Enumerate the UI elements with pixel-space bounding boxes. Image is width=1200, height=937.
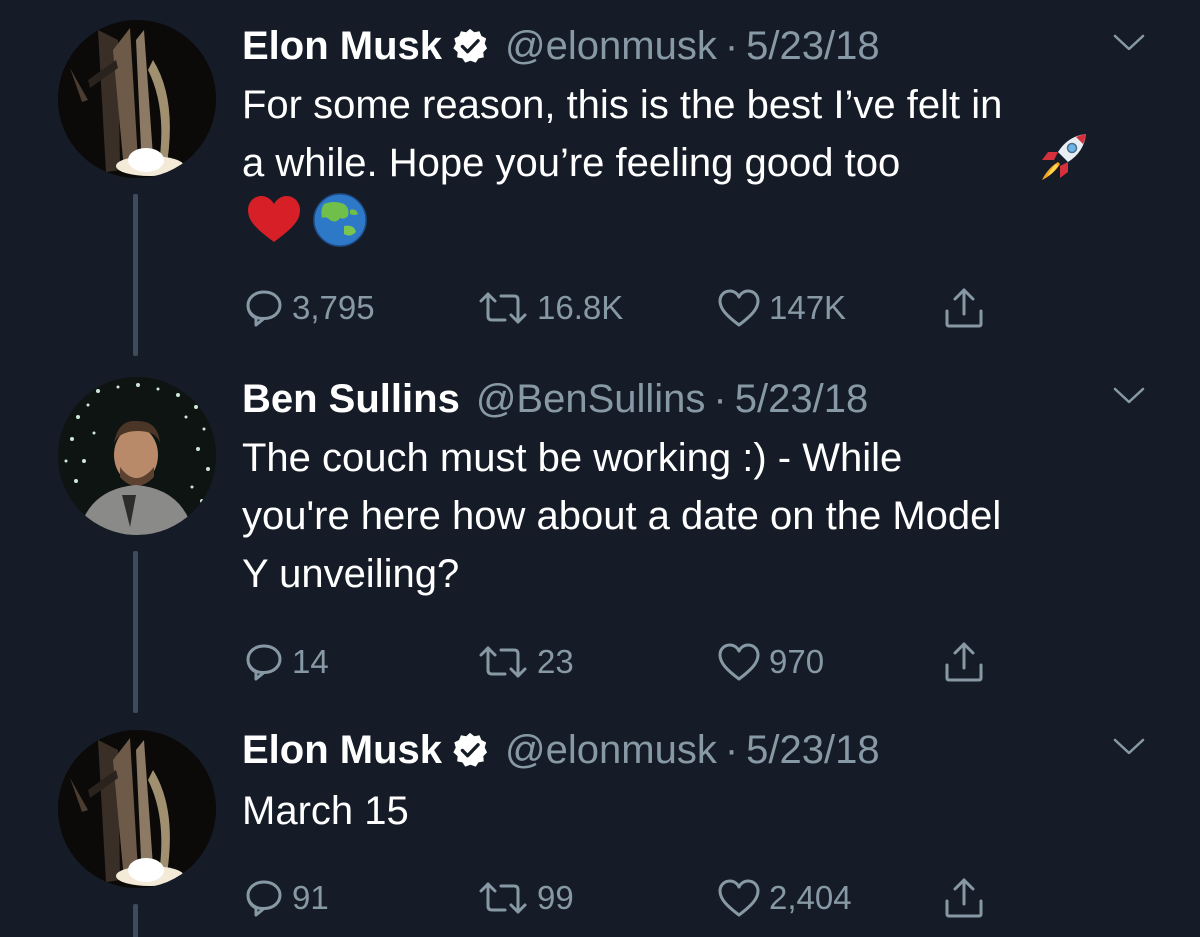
tweet-text-line: March 15: [242, 789, 409, 833]
like-count: 2,404: [769, 879, 852, 916]
avatar[interactable]: [58, 377, 216, 535]
thread-connector-line: [133, 904, 138, 937]
tweet-actions: 3,795 16.8K 147K: [242, 283, 1042, 333]
reply-count: 91: [292, 879, 329, 916]
tweet-header: Elon Musk @elonmusk · 5/23/18: [242, 18, 880, 74]
tweet-header: Ben Sullins @BenSullins · 5/23/18: [242, 371, 868, 427]
tweet-date[interactable]: 5/23/18: [735, 377, 868, 422]
tweet-thread: Elon Musk @elonmusk · 5/23/18 For some r…: [0, 0, 1200, 937]
retweet-button[interactable]: 16.8K: [477, 283, 623, 333]
tweet-actions: 91 99 2,404: [242, 873, 1042, 923]
author-name[interactable]: Elon Musk: [242, 24, 442, 69]
reply-button[interactable]: 14: [244, 637, 329, 687]
retweet-icon: [477, 878, 529, 918]
chevron-down-icon[interactable]: [1112, 385, 1146, 407]
reply-count: 14: [292, 643, 329, 680]
tweet-text-line: For some reason, this is the best I’ve f…: [242, 83, 1003, 127]
reply-button[interactable]: 91: [244, 873, 329, 923]
tweet-actions: 14 23 970: [242, 637, 1042, 687]
thread-connector-line: [133, 194, 138, 356]
author-handle[interactable]: @elonmusk: [505, 728, 717, 773]
tweet-text-line: you're here how about a date on the Mode…: [242, 494, 1002, 538]
avatar[interactable]: [58, 730, 216, 888]
heart-icon: [717, 288, 761, 328]
heart-icon: [717, 642, 761, 682]
reply-count: 3,795: [292, 289, 375, 326]
rocket-emoji: [1042, 134, 1086, 180]
retweet-count: 16.8K: [537, 289, 624, 326]
like-button[interactable]: 970: [717, 637, 824, 687]
avatar-image: [58, 20, 216, 178]
tweet-date[interactable]: 5/23/18: [746, 24, 879, 69]
reply-icon: [244, 288, 284, 328]
share-button[interactable]: [942, 873, 994, 923]
share-icon: [942, 286, 986, 330]
retweet-icon: [477, 642, 529, 682]
tweet-date[interactable]: 5/23/18: [746, 728, 879, 773]
author-name[interactable]: Elon Musk: [242, 728, 442, 773]
tweet-text: The couch must be working :) - While you…: [242, 429, 1162, 603]
share-icon: [942, 876, 986, 920]
like-button[interactable]: 147K: [717, 283, 846, 333]
author-name[interactable]: Ben Sullins: [242, 377, 460, 422]
globe-asia-australia-emoji: [313, 193, 367, 247]
like-button[interactable]: 2,404: [717, 873, 852, 923]
separator-dot: ·: [724, 23, 739, 68]
tweet-text-line: Y unveiling?: [242, 552, 460, 596]
chevron-down-icon[interactable]: [1112, 736, 1146, 758]
tweet-text-line: The couch must be working :) - While: [242, 436, 903, 480]
verified-badge-icon: [451, 27, 489, 65]
share-button[interactable]: [942, 637, 994, 687]
reply-icon: [244, 878, 284, 918]
tweet-text: For some reason, this is the best I’ve f…: [242, 76, 1162, 250]
retweet-count: 99: [537, 879, 574, 916]
reply-button[interactable]: 3,795: [244, 283, 375, 333]
verified-badge-icon: [451, 731, 489, 769]
author-handle[interactable]: @elonmusk: [505, 24, 717, 69]
chevron-down-icon[interactable]: [1112, 32, 1146, 54]
retweet-button[interactable]: 99: [477, 873, 574, 923]
thread-connector-line: [133, 551, 138, 713]
separator-dot: ·: [724, 727, 739, 772]
share-button[interactable]: [942, 283, 994, 333]
reply-icon: [244, 642, 284, 682]
avatar[interactable]: [58, 20, 216, 178]
author-handle[interactable]: @BenSullins: [476, 377, 706, 422]
like-count: 970: [769, 643, 825, 680]
tweet-text-line: a while. Hope you’re feeling good too: [242, 134, 1162, 192]
retweet-count: 23: [537, 643, 574, 680]
avatar-image: [58, 377, 216, 535]
heart-icon: [717, 878, 761, 918]
avatar-image: [58, 730, 216, 888]
tweet-emoji-line: [242, 192, 1162, 250]
tweet-header: Elon Musk @elonmusk · 5/23/18: [242, 722, 880, 778]
tweet-text: March 15: [242, 782, 1162, 840]
red-heart-emoji: [248, 196, 300, 242]
retweet-icon: [477, 288, 529, 328]
retweet-button[interactable]: 23: [477, 637, 574, 687]
share-icon: [942, 640, 986, 684]
like-count: 147K: [769, 289, 847, 326]
separator-dot: ·: [713, 376, 727, 421]
tweet-text-fragment: a while. Hope you’re feeling good too: [242, 141, 901, 185]
